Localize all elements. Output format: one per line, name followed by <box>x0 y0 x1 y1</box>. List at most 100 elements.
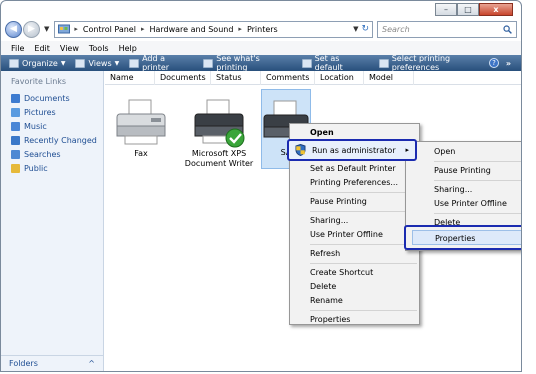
forward-button[interactable]: ▶ <box>23 20 40 38</box>
menu-help[interactable]: Help <box>119 44 137 53</box>
context-rename[interactable]: Rename <box>290 294 419 308</box>
set-default-icon <box>301 58 312 68</box>
sidebar-item-public[interactable]: Public <box>1 161 103 175</box>
recent-icon <box>11 135 20 145</box>
column-headers: Name Documents Status Comments Location … <box>105 70 521 85</box>
command-bar: Organize ▼ Views ▼ Add a printer See what'… <box>1 54 521 72</box>
sidebar-item-label: Recently Changed <box>24 135 97 145</box>
sidebar-item-label: Public <box>24 163 48 173</box>
context-pause-printing[interactable]: Pause Printing <box>290 195 419 209</box>
address-bar[interactable]: ▸ Control Panel ▸ Hardware and Sound ▸ P… <box>54 20 373 38</box>
context-printing-preferences[interactable]: Printing Preferences... <box>290 176 419 190</box>
maximize-button[interactable]: □ <box>457 3 479 16</box>
printer-item-fax[interactable]: Fax <box>106 96 176 159</box>
sidebar-item-label: Searches <box>24 149 61 159</box>
context-properties[interactable]: Properties <box>290 313 419 327</box>
run-as-admin-label: Run as administrator <box>312 145 396 155</box>
control-panel-icon <box>58 24 71 33</box>
xps-printer-icon <box>194 99 245 148</box>
column-name[interactable]: Name <box>105 70 155 85</box>
chevron-right-icon: ▸ <box>405 146 409 154</box>
breadcrumb-separator: ▸ <box>238 25 242 33</box>
breadcrumb-printers[interactable]: Printers <box>247 25 278 34</box>
select-preferences-label: Select printing preferences <box>391 54 451 72</box>
context-use-offline[interactable]: Use Printer Offline <box>290 228 419 242</box>
submenu-use-offline[interactable]: Use Printer Offline <box>406 197 521 211</box>
sidebar-item-documents[interactable]: Documents <box>1 91 103 105</box>
column-comments[interactable]: Comments <box>261 70 315 85</box>
documents-icon <box>11 93 20 103</box>
add-printer-button[interactable]: Add a printer <box>129 54 193 72</box>
context-refresh[interactable]: Refresh <box>290 247 419 261</box>
print-queue-icon <box>203 58 214 68</box>
printer-label: Microsoft XPS Document Writer <box>184 149 254 168</box>
folders-toggle[interactable]: Folders ^ <box>1 355 103 371</box>
views-icon <box>75 58 86 68</box>
window-controls: – □ x <box>435 3 513 16</box>
printer-item-xps[interactable]: Microsoft XPS Document Writer <box>184 96 254 169</box>
breadcrumb-hardware-and-sound[interactable]: Hardware and Sound <box>149 25 233 34</box>
breadcrumb-separator: ▸ <box>140 25 145 33</box>
search-placeholder: Search <box>382 24 410 34</box>
submenu-open[interactable]: Open <box>406 145 521 159</box>
explorer-window: – □ x ◀ ▶ ▼ ▸ Control Panel ▸ Hardware a… <box>0 0 522 372</box>
sidebar-item-music[interactable]: Music <box>1 119 103 133</box>
favorite-links-heading: Favorite Links <box>11 77 67 86</box>
sidebar-item-label: Pictures <box>24 107 56 117</box>
refresh-icon[interactable]: ↻ <box>361 24 369 34</box>
toolbar-overflow-button[interactable]: » <box>506 59 511 68</box>
submenu-properties[interactable]: Properties <box>412 230 521 245</box>
pictures-icon <box>11 107 20 117</box>
organize-button[interactable]: Organize ▼ <box>9 58 65 68</box>
context-set-default[interactable]: Set as Default Printer <box>290 162 419 176</box>
set-default-button[interactable]: Set as default <box>301 54 369 72</box>
menu-tools[interactable]: Tools <box>89 44 109 53</box>
searches-icon <box>11 149 20 159</box>
sidebar-item-pictures[interactable]: Pictures <box>1 105 103 119</box>
column-location[interactable]: Location <box>315 70 364 85</box>
search-icon[interactable] <box>503 24 512 34</box>
shield-icon <box>295 144 306 156</box>
submenu-sharing[interactable]: Sharing... <box>406 183 521 197</box>
search-input[interactable]: Search <box>377 20 517 38</box>
back-button[interactable]: ◀ <box>5 20 22 38</box>
sidebar-item-searches[interactable]: Searches <box>1 147 103 161</box>
submenu-properties-highlight: Properties <box>404 225 521 250</box>
help-icon[interactable]: ? <box>489 58 499 68</box>
fax-printer-icon <box>116 99 166 145</box>
address-row: ◀ ▶ ▼ ▸ Control Panel ▸ Hardware and Sou… <box>5 19 517 39</box>
add-printer-label: Add a printer <box>142 54 170 72</box>
column-status[interactable]: Status <box>211 70 261 85</box>
select-preferences-button[interactable]: Select printing preferences <box>378 54 498 72</box>
printer-label: Fax <box>134 149 148 158</box>
menu-bar: File Edit View Tools Help <box>1 41 521 55</box>
views-button[interactable]: Views ▼ <box>75 58 119 68</box>
views-label: Views <box>88 58 112 68</box>
see-printing-button[interactable]: See what's printing <box>203 54 291 72</box>
menu-view[interactable]: View <box>60 44 79 53</box>
folders-label: Folders <box>9 359 38 368</box>
context-sharing[interactable]: Sharing... <box>290 214 419 228</box>
public-icon <box>11 163 20 173</box>
preferences-icon <box>378 58 389 68</box>
sidebar-item-recently-changed[interactable]: Recently Changed <box>1 133 103 147</box>
sidebar-item-label: Music <box>24 121 47 131</box>
music-icon <box>11 121 20 131</box>
context-create-shortcut[interactable]: Create Shortcut <box>290 266 419 280</box>
chevron-up-icon: ^ <box>88 359 95 368</box>
column-model[interactable]: Model <box>364 70 414 85</box>
context-run-as-administrator[interactable]: Run as administrator ▸ <box>287 139 417 161</box>
close-button[interactable]: x <box>479 3 513 16</box>
recent-pages-dropdown[interactable]: ▼ <box>44 25 49 33</box>
sidebar-item-label: Documents <box>24 93 70 103</box>
context-open[interactable]: Open <box>290 126 419 140</box>
breadcrumb-control-panel[interactable]: Control Panel <box>83 25 136 34</box>
menu-edit[interactable]: Edit <box>34 44 50 53</box>
minimize-button[interactable]: – <box>435 3 457 16</box>
column-documents[interactable]: Documents <box>155 70 211 85</box>
context-delete[interactable]: Delete <box>290 280 419 294</box>
menu-file[interactable]: File <box>11 44 24 53</box>
address-dropdown[interactable]: ▼ <box>353 25 358 33</box>
submenu-pause-printing[interactable]: Pause Printing <box>406 164 521 178</box>
breadcrumb-separator: ▸ <box>74 25 78 33</box>
